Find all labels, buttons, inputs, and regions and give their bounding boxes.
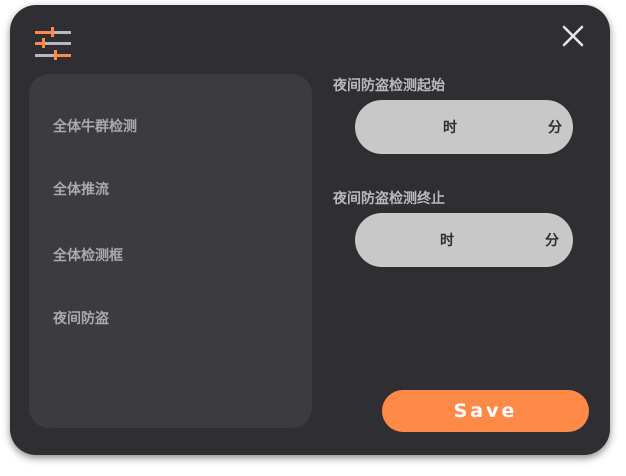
minute-unit-label: 分 (548, 120, 562, 136)
night-end-label: 夜间防盗检测终止 (333, 191, 445, 207)
hour-unit-label: 时 (440, 233, 454, 249)
minute-unit-label: 分 (545, 233, 559, 249)
menu-item-herd-detection[interactable]: 全体牛群检测 (53, 116, 137, 136)
menu-item-streaming[interactable]: 全体推流 (53, 179, 109, 199)
hour-unit-label: 时 (443, 120, 457, 136)
close-icon (562, 25, 584, 47)
settings-dialog: 全体牛群检测 全体推流 全体检测框 夜间防盗 夜间防盗检测起始 时 分 夜间防盗… (10, 5, 610, 455)
menu-panel: 全体牛群检测 全体推流 全体检测框 夜间防盗 (29, 74, 312, 428)
night-end-time-field[interactable]: 时 分 (355, 213, 573, 267)
night-start-label: 夜间防盗检测起始 (333, 78, 445, 94)
close-button[interactable] (560, 23, 586, 49)
sliders-icon (34, 27, 72, 61)
menu-item-detection-box[interactable]: 全体检测框 (53, 245, 123, 265)
menu-item-night-guard[interactable]: 夜间防盗 (53, 308, 109, 328)
save-button[interactable]: Save (382, 390, 589, 432)
night-start-time-field[interactable]: 时 分 (355, 100, 573, 154)
